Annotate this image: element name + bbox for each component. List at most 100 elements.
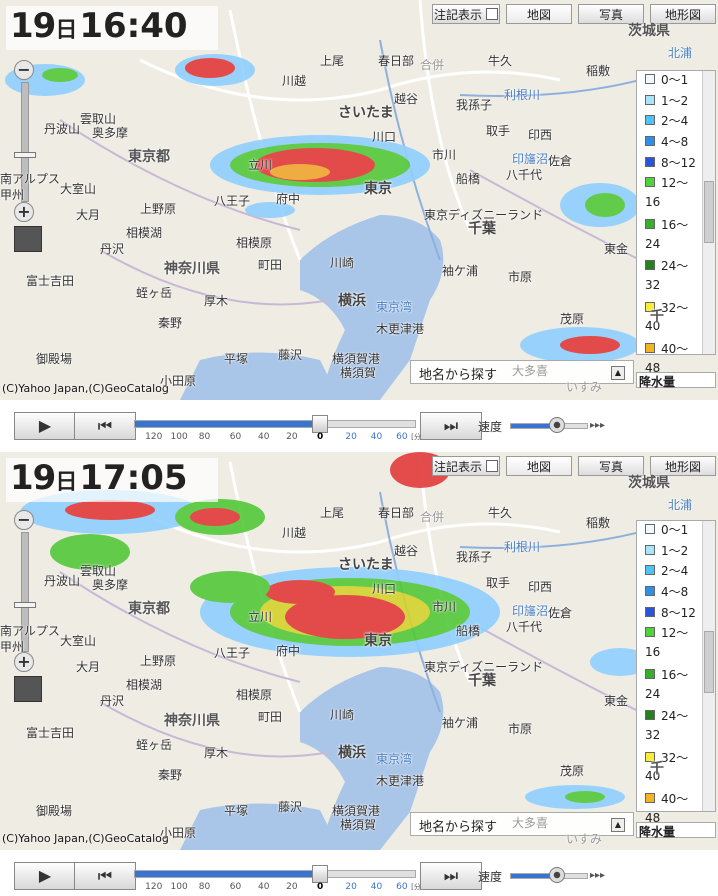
legend-swatch [645,668,655,679]
place-label: 上野原 [140,654,177,668]
map-view[interactable]: 19 日 16:40 注記表示 地図 写真 地形図 − + 0～1 1～2 2～4 4… [0,0,718,400]
place-label: 川越 [282,526,307,540]
time-day: 19 [10,6,56,46]
legend-label: 16～ [661,667,689,682]
zoom-thumb[interactable] [14,602,36,608]
legend-swatch [645,218,655,229]
step-back-button[interactable]: ⏮ [74,862,136,890]
legend-label: 8～12 [661,155,696,170]
place-label: 横須賀 [340,366,377,380]
step-forward-button[interactable]: ⏭ [420,862,482,890]
play-button[interactable]: ▶ [14,862,76,890]
labels-checkbox[interactable] [486,460,498,472]
map-type-tabs: 注記表示 地図 写真 地形図 [432,456,716,476]
expand-icon[interactable]: ▲ [611,818,625,832]
time-tick: 40 [370,432,383,442]
place-label: 丹波山 [44,122,81,136]
place-label: 御殿場 [36,352,73,366]
place-label: 印旛沼 [512,604,549,618]
speed-label: 速度 [478,420,503,434]
legend-title[interactable]: 降水量 [636,372,716,389]
layers-icon[interactable] [14,676,42,702]
tab-map[interactable]: 地図 [506,456,572,476]
time-tick: 20 [286,882,298,892]
legend-swatch [645,260,655,271]
place-label: 千葉 [468,221,496,237]
time-label: 19 日 17:05 [6,458,218,502]
place-label: 雲取山 [80,112,117,126]
legend-scrollbar[interactable] [702,71,715,354]
step-forward-button[interactable]: ⏭ [420,412,482,440]
speed-slider-knob[interactable] [548,867,565,883]
place-label: 北浦 [668,498,693,512]
legend-scroll-thumb[interactable] [704,631,714,693]
expand-icon[interactable]: ▲ [611,366,625,380]
speed-slider-knob[interactable] [548,417,565,433]
legend-swatch [645,94,655,105]
copyright: (C)Yahoo Japan,(C)GeoCatalog [2,382,169,395]
legend-label: 24 [645,686,661,701]
place-label: 茨城県 [628,475,670,491]
legend-label: 24～ [661,709,689,724]
legend-label: 40～ [661,341,689,356]
zoom-thumb[interactable] [14,152,36,158]
place-label: 大月 [76,208,101,222]
layers-icon[interactable] [14,226,42,252]
speed-slider[interactable] [510,417,588,433]
legend-swatch [645,115,655,126]
place-label: 藤沢 [278,348,303,362]
time-label: 19 日 16:40 [6,6,218,50]
place-label: 印西 [528,128,553,142]
legend-scroll-thumb[interactable] [704,181,714,243]
time-slider-knob[interactable] [311,865,328,883]
speed-slider[interactable] [510,867,588,883]
zoom-out-button[interactable]: − [14,510,34,530]
place-label: 上尾 [320,54,345,68]
place-label: 南アルプス [0,172,60,186]
time-day-unit: 日 [55,470,78,495]
legend-swatch [645,74,655,84]
time-tick: 60 [229,882,242,892]
legend-title[interactable]: 降水量 [636,822,716,839]
legend-swatch [645,544,655,555]
zoom-out-button[interactable]: − [14,60,34,80]
step-back-button[interactable]: ⏮ [74,412,136,440]
place-label: 小田原 [160,374,197,388]
place-label: 厚木 [204,294,229,308]
tab-map[interactable]: 地図 [506,4,572,24]
zoom-in-button[interactable]: + [14,202,34,222]
place-label: 茂原 [560,764,585,778]
time-tick: 20 [286,432,298,442]
labels-checkbox[interactable] [486,8,498,20]
time-clock: 17:05 [79,458,188,498]
time-day-unit: 日 [55,18,78,43]
copyright: (C)Yahoo Japan,(C)GeoCatalog [2,832,169,845]
place-label: 丹波山 [44,574,81,588]
time-slider[interactable] [134,415,416,433]
time-slider-knob[interactable] [311,415,328,433]
place-label: 利根川 [504,88,541,102]
map-view[interactable]: 19 日 17:05 注記表示 地図 写真 地形図 − + 0～1 1～2 2～4 4… [0,452,718,850]
legend-scrollbar[interactable] [702,521,715,811]
place-label: 市川 [432,600,457,614]
place-label: 東金 [604,694,629,708]
legend-label: 40～ [661,791,689,806]
play-button[interactable]: ▶ [14,412,76,440]
place-label: 立川 [248,610,273,624]
place-label: 取手 [486,576,511,590]
place-label: 大多喜 [512,816,549,830]
labels-toggle[interactable]: 注記表示 [432,4,500,24]
place-label: 印旛沼 [512,152,549,166]
time-tick: 20 [345,432,357,442]
labels-toggle[interactable]: 注記表示 [432,456,500,476]
place-label: 利根川 [504,540,541,554]
time-slider[interactable] [134,865,416,883]
place-search-label: 地名から探す [419,368,498,383]
zoom-in-button[interactable]: + [14,652,34,672]
time-tick: 80 [198,432,211,442]
time-tick: 60 [396,432,408,442]
place-label: 越谷 [394,92,419,106]
playback-controls: ▶ ⏮ 120 100 80 60 40 20 0 20 40 60 [分] ⏭ 速度 ▸▸▸ [0,856,718,896]
legend-swatch [645,792,655,803]
place-label: 横須賀 [340,818,377,832]
